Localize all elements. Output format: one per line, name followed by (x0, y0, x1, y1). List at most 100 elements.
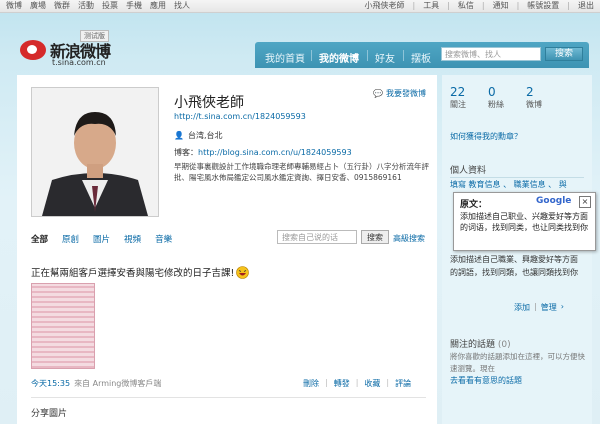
stat-number: 22 (450, 85, 466, 99)
post-action[interactable]: 評論 (395, 378, 411, 389)
separator: | (534, 302, 537, 311)
beta-badge: 测试版 (80, 30, 109, 42)
nav-divider (403, 50, 404, 61)
filter-tab[interactable]: 音樂 (155, 233, 172, 245)
topics-title-text: 關注的話題 (450, 340, 496, 350)
top-nav-item[interactable]: 活動 (78, 0, 94, 12)
post-time[interactable]: 今天15:35 (31, 378, 70, 389)
top-nav-item[interactable]: 找人 (174, 0, 190, 12)
weibo-eye-icon (20, 40, 46, 60)
share-images-title: 分享圖片 (31, 409, 68, 419)
top-nav-item[interactable]: 廣場 (30, 0, 46, 12)
separator: | (325, 378, 328, 387)
topics-description: 將你喜歡的話題添加在這裡，可以方便快速瀏覽。現在 (450, 352, 585, 373)
feed-search-button[interactable]: 搜索 (361, 230, 389, 244)
logo-domain: t.sina.com.cn (52, 58, 106, 67)
filter-tab[interactable]: 原創 (62, 233, 79, 245)
nav-divider (367, 50, 368, 61)
filter-tab[interactable]: 圖片 (93, 233, 110, 245)
tags-actions: 添加 | 管理 › (514, 302, 564, 313)
post-weibo-link[interactable]: 💬 我要發微博 (373, 88, 426, 99)
stat-following[interactable]: 22 關注 (450, 85, 466, 110)
profile-url[interactable]: http://t.sina.com.cn/1824059593 (174, 112, 306, 121)
avatar[interactable] (31, 87, 159, 217)
personal-info-links[interactable]: 填寫 教育信息 、 職業信息 、 與 (450, 179, 567, 190)
post-action[interactable]: 轉發 (334, 378, 350, 389)
top-nav-item[interactable]: 應用 (150, 0, 166, 12)
top-account-item[interactable]: 工具 (423, 0, 439, 12)
topics-link[interactable]: 去看看有意思的話題 (450, 375, 586, 387)
google-logo: Google (536, 196, 572, 206)
laugh-emoji-icon (236, 265, 250, 279)
stat-followers[interactable]: 0 粉絲 (488, 85, 504, 110)
chevron-right-icon: › (560, 302, 564, 311)
separator: | (355, 378, 359, 387)
stats: 22 關注 0 粉絲 2 微博 (450, 85, 542, 110)
nav-search-button[interactable]: 搜索 (545, 47, 583, 61)
user-icon: 👤 (174, 131, 184, 140)
manage-tags-link[interactable]: 管理 (541, 302, 557, 313)
translate-text: 添加描述自己职业、兴趣爱好等方面的词语，找到同类，也让同类找到你 (460, 212, 588, 232)
separator: | (481, 1, 485, 10)
top-bar: 微博 廣場 微群 活動 投票 手機 應用 找人 小飛俠老師 | 工具 | 私信 | 通知 | 帳號設置 | 退出 (0, 0, 600, 13)
separator: | (516, 1, 520, 10)
post-body: 正在幫兩組客戶選擇安香與陽宅修改的日子吉課! (31, 268, 235, 279)
feed-search-input[interactable]: 搜索自己说的话 (277, 230, 357, 244)
tab-home[interactable]: 我的首頁 (265, 50, 305, 65)
post-source: 來自 Arming微博客戶端 (74, 379, 162, 388)
location-text: 台湾,台北 (187, 131, 223, 140)
top-nav-item[interactable]: 投票 (102, 0, 118, 12)
profile-name: 小飛俠老師 (174, 95, 244, 111)
stat-label: 微博 (526, 100, 542, 109)
separator: | (412, 1, 416, 10)
translate-popup: 原文： Google × 添加描述自己职业、兴趣爱好等方面的词语，找到同类，也让… (453, 192, 596, 251)
stat-posts[interactable]: 2 微博 (526, 85, 542, 110)
add-tags-link[interactable]: 添加 (514, 302, 530, 313)
top-account-item[interactable]: 私信 (458, 0, 474, 12)
feed-filters: 全部 原創 圖片 視頻 音樂 (31, 233, 172, 245)
blog-label: 博客： (174, 148, 198, 157)
top-nav-item[interactable]: 微博 (6, 0, 22, 12)
advanced-search-link[interactable]: 高級搜索 (393, 233, 425, 244)
top-nav-item[interactable]: 微群 (54, 0, 70, 12)
main-nav: 我的首頁 我的微博 好友 摆板 搜索微博、找人 搜索 (255, 42, 589, 68)
stat-label: 關注 (450, 100, 466, 109)
blog-link[interactable]: http://blog.sina.com.cn/u/1824059593 (198, 148, 352, 157)
topics-title: 關注的話題 (0) (450, 337, 511, 350)
stat-label: 粉絲 (488, 100, 504, 109)
translate-title: 原文： (460, 200, 488, 210)
main-panel: 小飛俠老師 💬 我要發微博 http://t.sina.com.cn/18240… (17, 75, 437, 424)
filter-tab[interactable]: 全部 (31, 233, 48, 245)
post-meta: 今天15:35 來自 Arming微博客戶端 (31, 378, 161, 389)
top-account-item[interactable]: 通知 (493, 0, 509, 12)
post-actions: 刪除 | 轉發 | 收藏 | 評論 (303, 378, 411, 389)
filter-tab[interactable]: 視頻 (124, 233, 141, 245)
nav-search-input[interactable]: 搜索微博、找人 (441, 47, 541, 61)
top-nav-item[interactable]: 手機 (126, 0, 142, 12)
tab-board[interactable]: 摆板 (411, 50, 431, 65)
profile-blog: 博客：http://blog.sina.com.cn/u/1824059593 (174, 147, 352, 158)
top-account-item[interactable]: 帳號設置 (527, 0, 559, 12)
tab-friends[interactable]: 好友 (375, 50, 395, 65)
profile-location: 👤 台湾,台北 (174, 130, 223, 141)
divider (450, 177, 584, 178)
topics-count: (0) (497, 340, 511, 350)
top-account-item[interactable]: 退出 (578, 0, 594, 12)
close-icon[interactable]: × (579, 196, 591, 208)
post-action[interactable]: 刪除 (303, 378, 319, 389)
profile-bio: 早期從事裏觀設計工作境職命理老師專輔易經占卜（五行卦）八字分析流年評批、陽宅風水… (174, 162, 429, 182)
top-nav-left: 微博 廣場 微群 活動 投票 手機 應用 找人 (6, 0, 190, 12)
stat-number: 2 (526, 85, 534, 99)
nav-divider (311, 50, 312, 61)
stat-number: 0 (488, 85, 496, 99)
post-weibo-label: 我要發微博 (385, 89, 426, 98)
badge-help-link[interactable]: 如何獲得我的勳章？ (450, 131, 522, 142)
post-text: 正在幫兩組客戶選擇安香與陽宅修改的日子吉課! (31, 265, 250, 279)
post-image[interactable] (31, 283, 95, 369)
top-nav-right: 小飛俠老師 | 工具 | 私信 | 通知 | 帳號設置 | 退出 (364, 0, 594, 12)
post-action[interactable]: 收藏 (364, 378, 380, 389)
top-account-item[interactable]: 小飛俠老師 (364, 0, 404, 12)
divider (31, 397, 426, 398)
avatar-photo (32, 88, 158, 216)
tab-my-weibo[interactable]: 我的微博 (319, 50, 359, 65)
